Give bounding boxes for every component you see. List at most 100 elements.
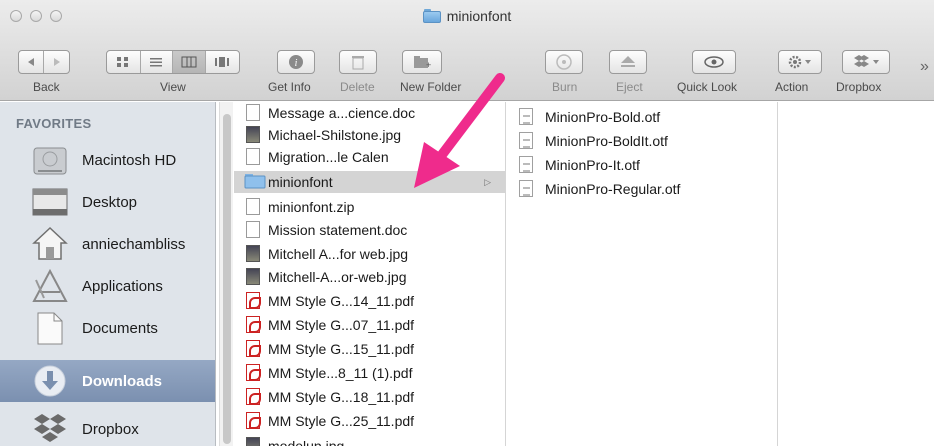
delete-button[interactable] (339, 50, 377, 74)
sidebar-item-applications[interactable]: Applications (0, 265, 215, 307)
file-name: MinionPro-BoldIt.otf (545, 133, 668, 149)
sidebar-item-label: Macintosh HD (82, 151, 177, 169)
burn-button[interactable] (545, 50, 583, 74)
list-item[interactable]: MM Style G...18_11.pdf (234, 386, 505, 408)
file-column-empty (779, 102, 934, 446)
window-title: minionfont (446, 8, 512, 24)
dropbox-button[interactable] (842, 50, 890, 74)
list-item[interactable]: Message a...cience.doc (234, 102, 505, 124)
list-item[interactable]: MM Style G...14_11.pdf (234, 290, 505, 312)
svg-text:+: + (426, 60, 431, 69)
icon-view-button[interactable] (107, 51, 141, 73)
documents-icon (37, 312, 63, 345)
back-button[interactable] (19, 51, 45, 73)
dropbox-icon (34, 414, 66, 442)
font-file-icon (519, 156, 533, 173)
image-file-icon (246, 437, 260, 446)
sidebar-item-macintosh-hd[interactable]: Macintosh HD (0, 139, 215, 181)
file-name: Mitchell-A...or-web.jpg (268, 269, 407, 285)
list-item[interactable]: MM Style...8_11 (1).pdf (234, 362, 505, 384)
list-item[interactable]: Mitchell-A...or-web.jpg (234, 266, 505, 288)
list-item[interactable]: MM Style G...07_11.pdf (234, 314, 505, 336)
sidebar-item-documents[interactable]: Documents (0, 307, 215, 349)
sidebar-item-label: Desktop (82, 193, 138, 211)
sidebar-item-label: Applications (82, 277, 163, 295)
file-name: MM Style G...25_11.pdf (268, 413, 415, 429)
list-item[interactable]: Mission statement.doc (234, 219, 505, 241)
back-label: Back (33, 80, 60, 94)
eject-icon (621, 56, 635, 67)
file-name: MM Style G...18_11.pdf (268, 389, 415, 405)
coverflow-view-button[interactable] (206, 51, 239, 73)
folder-icon (244, 174, 266, 189)
list-item[interactable]: MinionPro-Regular.otf (507, 178, 777, 200)
sidebar-item-desktop[interactable]: Desktop (0, 181, 215, 223)
column-view-button[interactable] (173, 51, 206, 73)
hard-drive-icon (33, 147, 67, 175)
list-item[interactable]: Michael-Shilstone.jpg (234, 124, 505, 146)
sidebar: FAVORITES Macintosh HD Desktop anniecham… (0, 102, 216, 446)
list-item[interactable]: MinionPro-It.otf (507, 154, 777, 176)
action-button[interactable] (778, 50, 822, 74)
desktop-icon (32, 188, 68, 216)
view-control[interactable] (106, 50, 240, 74)
sidebar-item-dropbox[interactable]: Dropbox (0, 408, 215, 446)
view-label: View (160, 80, 186, 94)
home-icon (32, 226, 68, 260)
file-name: MM Style G...07_11.pdf (268, 317, 415, 333)
list-item[interactable]: MinionPro-BoldIt.otf (507, 130, 777, 152)
svg-text:i: i (295, 58, 298, 69)
back-arrow-icon (28, 58, 34, 66)
eye-icon (704, 56, 724, 68)
zip-file-icon (246, 198, 260, 215)
pdf-file-icon (246, 388, 261, 405)
back-forward-control[interactable] (18, 50, 70, 74)
quick-look-label: Quick Look (677, 80, 738, 94)
list-view-button[interactable] (141, 51, 174, 73)
list-view-icon (150, 58, 163, 67)
applications-icon (32, 268, 68, 302)
sidebar-scrollbar[interactable] (219, 102, 233, 446)
forward-arrow-icon (53, 58, 60, 66)
list-item[interactable]: MinionPro-Bold.otf (507, 106, 777, 128)
action-label: Action (775, 80, 809, 94)
file-name: MinionPro-Regular.otf (545, 181, 681, 197)
sidebar-item-downloads[interactable]: Downloads (0, 360, 215, 402)
column-view-icon (181, 56, 197, 68)
eject-button[interactable] (609, 50, 647, 74)
folder-icon (422, 9, 441, 23)
burn-icon (556, 54, 572, 70)
delete-label: Delete (340, 80, 375, 94)
toolbar-overflow-button[interactable]: » (920, 58, 929, 76)
sidebar-item-home[interactable]: anniechambliss (0, 223, 215, 265)
file-name: minionfont (268, 174, 333, 190)
file-column-minionfont: MinionPro-Bold.otf MinionPro-BoldIt.otf … (507, 102, 778, 446)
file-column-downloads: Message a...cience.doc Michael-Shilstone… (234, 102, 506, 446)
scrollbar-thumb[interactable] (223, 114, 231, 444)
get-info-button[interactable]: i (277, 50, 315, 74)
list-item-selected[interactable]: minionfont ▷ (234, 171, 505, 193)
file-name: MinionPro-Bold.otf (545, 109, 661, 125)
file-name: MM Style G...14_11.pdf (268, 293, 415, 309)
burn-label: Burn (552, 80, 578, 94)
list-item[interactable]: MM Style G...25_11.pdf (234, 410, 505, 432)
list-item[interactable]: Mitchell A...for web.jpg (234, 243, 505, 265)
pdf-file-icon (246, 292, 261, 309)
list-item[interactable]: MM Style G...15_11.pdf (234, 338, 505, 360)
list-item[interactable]: Migration...le Calen (234, 146, 505, 168)
file-name: Message a...cience.doc (268, 105, 416, 121)
list-item[interactable]: modelup.jpg (234, 435, 505, 446)
list-item[interactable]: minionfont.zip (234, 196, 505, 218)
image-file-icon (246, 126, 260, 143)
font-file-icon (519, 108, 533, 125)
pdf-file-icon (246, 340, 261, 357)
pdf-file-icon (246, 364, 261, 381)
quick-look-button[interactable] (692, 50, 736, 74)
image-file-icon (246, 245, 260, 262)
disclosure-arrow-icon: ▷ (484, 176, 491, 187)
icon-view-icon (117, 57, 129, 67)
forward-button[interactable] (44, 51, 69, 73)
get-info-label: Get Info (268, 80, 311, 94)
new-folder-button[interactable]: + (402, 50, 442, 74)
file-name: Michael-Shilstone.jpg (268, 127, 402, 143)
